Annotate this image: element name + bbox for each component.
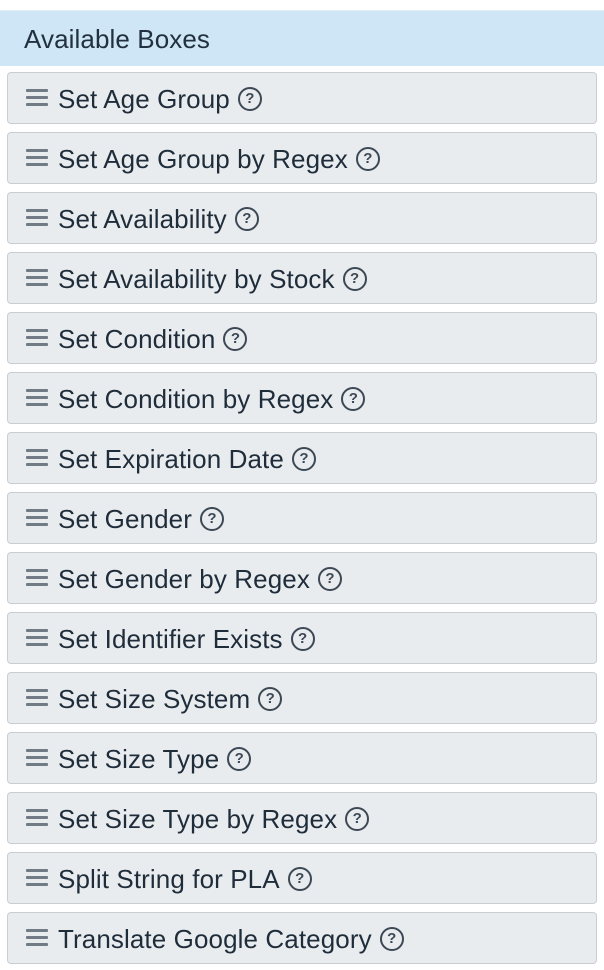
box-label: Set Size Type	[58, 744, 220, 774]
top-edge	[0, 0, 604, 10]
available-box-item[interactable]: Set Availability?	[7, 192, 597, 244]
available-box-item[interactable]: Set Identifier Exists?	[7, 612, 597, 664]
box-label: Set Availability	[58, 204, 227, 234]
question-circle-icon[interactable]: ?	[290, 627, 315, 651]
available-box-item[interactable]: Set Gender?	[7, 492, 597, 544]
box-label: Set Age Group by Regex	[58, 144, 348, 174]
box-label: Set Availability by Stock	[58, 264, 335, 294]
question-circle-icon[interactable]: ?	[258, 687, 283, 711]
question-circle-icon[interactable]: ?	[341, 387, 366, 411]
question-circle-icon[interactable]: ?	[234, 207, 259, 231]
available-box-item[interactable]: Set Expiration Date?	[7, 432, 597, 484]
panel-title: Available Boxes	[24, 24, 211, 54]
available-box-item[interactable]: Set Size Type by Regex?	[7, 792, 597, 844]
question-circle-icon[interactable]: ?	[237, 87, 262, 111]
question-circle-icon[interactable]: ?	[223, 327, 248, 351]
available-box-item[interactable]: Set Condition?	[7, 312, 597, 364]
available-box-item[interactable]: Translate Google Category?	[7, 912, 597, 964]
box-label: Set Size System	[58, 684, 251, 714]
available-boxes-panel: Available Boxes Set Age Group? Set Age Gr…	[0, 0, 604, 970]
available-box-item[interactable]: Set Size System?	[7, 672, 597, 724]
question-circle-icon[interactable]: ?	[345, 807, 370, 831]
question-circle-icon[interactable]: ?	[355, 147, 380, 171]
box-label-group: Set Age Group?	[58, 82, 262, 116]
box-label: Set Size Type by Regex	[58, 804, 338, 834]
box-label-group: Set Size Type?	[58, 742, 252, 776]
question-circle-icon[interactable]: ?	[317, 567, 342, 591]
box-label: Translate Google Category	[58, 924, 372, 954]
box-label: Set Gender	[58, 504, 192, 534]
available-box-item[interactable]: Set Availability by Stock?	[7, 252, 597, 304]
available-box-item[interactable]: Set Gender by Regex?	[7, 552, 597, 604]
drag-handle-icon[interactable]	[26, 388, 48, 408]
box-label-group: Set Identifier Exists?	[58, 622, 315, 656]
box-label-group: Set Availability?	[58, 202, 259, 236]
box-label: Set Identifier Exists	[58, 624, 283, 654]
drag-handle-icon[interactable]	[26, 628, 48, 648]
drag-handle-icon[interactable]	[26, 748, 48, 768]
box-label: Set Age Group	[58, 84, 230, 114]
box-label: Split String for PLA	[58, 864, 280, 894]
box-label-group: Set Size System?	[58, 682, 283, 716]
drag-handle-icon[interactable]	[26, 148, 48, 168]
box-label: Set Condition	[58, 324, 216, 354]
available-box-item[interactable]: Set Size Type?	[7, 732, 597, 784]
available-box-item[interactable]: Split String for PLA?	[7, 852, 597, 904]
drag-handle-icon[interactable]	[26, 568, 48, 588]
drag-handle-icon[interactable]	[26, 208, 48, 228]
question-circle-icon[interactable]: ?	[287, 867, 312, 891]
box-label-group: Set Availability by Stock?	[58, 262, 367, 296]
box-label: Set Condition by Regex	[58, 384, 334, 414]
drag-handle-icon[interactable]	[26, 448, 48, 468]
drag-handle-icon[interactable]	[26, 268, 48, 288]
box-label: Set Expiration Date	[58, 444, 284, 474]
available-box-item[interactable]: Set Condition by Regex?	[7, 372, 597, 424]
question-circle-icon[interactable]: ?	[291, 447, 316, 471]
available-box-item[interactable]: Set Age Group?	[7, 72, 597, 124]
box-label-group: Set Gender?	[58, 502, 224, 536]
panel-header: Available Boxes	[0, 10, 604, 66]
box-label-group: Set Gender by Regex?	[58, 562, 342, 596]
drag-handle-icon[interactable]	[26, 868, 48, 888]
question-circle-icon[interactable]: ?	[227, 747, 252, 771]
drag-handle-icon[interactable]	[26, 88, 48, 108]
drag-handle-icon[interactable]	[26, 808, 48, 828]
box-label: Set Gender by Regex	[58, 564, 310, 594]
drag-handle-icon[interactable]	[26, 928, 48, 948]
question-circle-icon[interactable]: ?	[342, 267, 367, 291]
box-label-group: Translate Google Category?	[58, 922, 404, 956]
drag-handle-icon[interactable]	[26, 688, 48, 708]
box-label-group: Set Age Group by Regex?	[58, 142, 380, 176]
question-circle-icon[interactable]: ?	[379, 927, 404, 951]
available-box-item[interactable]: Set Age Group by Regex?	[7, 132, 597, 184]
box-label-group: Set Size Type by Regex?	[58, 802, 370, 836]
question-circle-icon[interactable]: ?	[199, 507, 224, 531]
drag-handle-icon[interactable]	[26, 508, 48, 528]
box-label-group: Set Condition by Regex?	[58, 382, 366, 416]
box-label-group: Split String for PLA?	[58, 862, 312, 896]
drag-handle-icon[interactable]	[26, 328, 48, 348]
box-label-group: Set Condition?	[58, 322, 248, 356]
box-label-group: Set Expiration Date?	[58, 442, 316, 476]
